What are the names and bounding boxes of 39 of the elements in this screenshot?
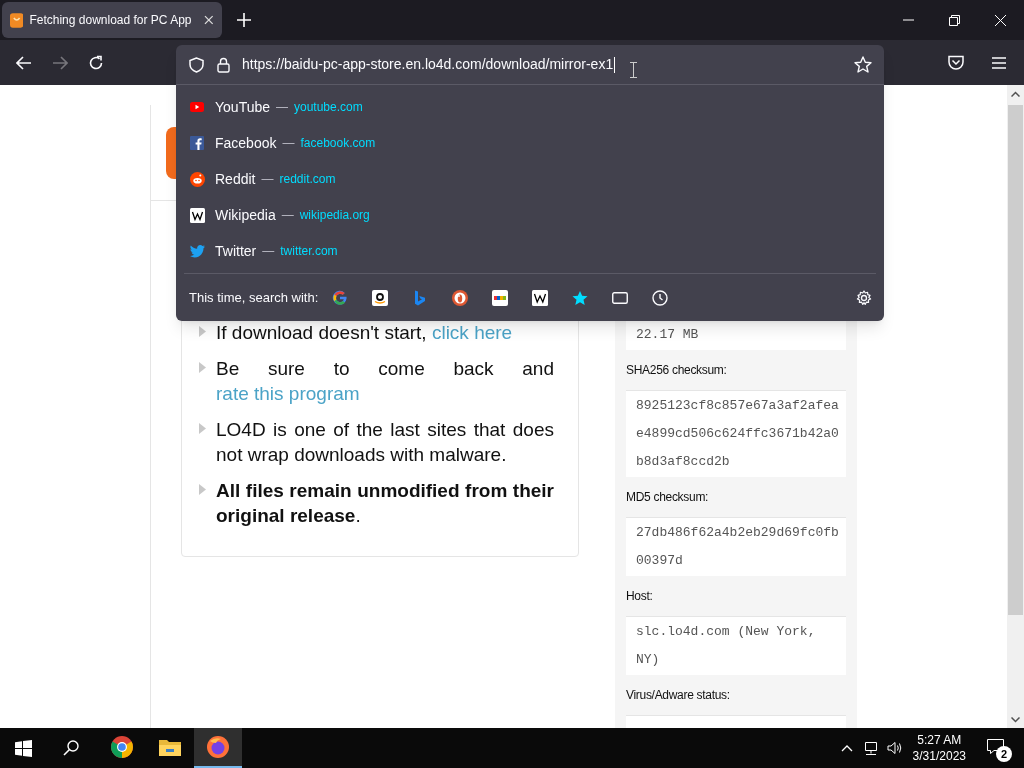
separator-dash: — bbox=[261, 171, 274, 188]
detail-label: MD5 checksum: bbox=[626, 489, 709, 506]
suggestion-row[interactable]: Reddit — reddit.com bbox=[182, 161, 878, 197]
suggestion-url: twitter.com bbox=[280, 243, 338, 260]
list-text: LO4D is one of the last sites that does not wrap downloads with malware. bbox=[216, 418, 554, 467]
suggestion-row[interactable]: Wikipedia — wikipedia.org bbox=[182, 197, 878, 233]
detail-label: Virus/Adware status: bbox=[626, 687, 730, 704]
tab-title: Fetching download for PC App bbox=[29, 12, 193, 29]
clock-time[interactable]: 5:27 AM bbox=[917, 732, 962, 748]
suggestion-title: Facebook bbox=[215, 133, 277, 153]
detail-label: Host: bbox=[626, 588, 653, 605]
code-value: 22.17 MB bbox=[636, 326, 700, 344]
suggestion-title: Wikipedia bbox=[215, 205, 276, 225]
separator-dash: — bbox=[262, 243, 275, 260]
clock-date[interactable]: 3/31/2023 bbox=[912, 748, 966, 764]
suggestion-title: Twitter bbox=[215, 241, 257, 261]
suggestion-url: wikipedia.org bbox=[299, 207, 370, 224]
list-text: Be sure to come back and rate this program bbox=[216, 357, 554, 406]
code-value: 27db486f62a4b2eb29d69fc0fb00397d bbox=[636, 524, 839, 570]
suggestion-url: facebook.com bbox=[300, 135, 376, 152]
suggestion-title: YouTube bbox=[215, 97, 270, 117]
code-value: slc.lo4d.com (New York, NY) bbox=[636, 623, 817, 669]
separator-dash: — bbox=[276, 99, 288, 116]
suggestion-title: Reddit bbox=[215, 169, 256, 189]
code-value: 8925123cf8c857e67a3af2afeae4899cd506c624ffc3671b42a0b8d3af8ccd2b bbox=[636, 397, 839, 471]
detail-label: SHA256 checksum: bbox=[626, 362, 727, 379]
notification-button[interactable]: 2 bbox=[986, 736, 1010, 760]
separator-dash: — bbox=[282, 135, 295, 152]
notification-count: 2 bbox=[996, 746, 1012, 762]
suggestion-row[interactable]: YouTube — youtube.com bbox=[182, 89, 878, 125]
list-text: If download doesn't start, click here bbox=[216, 321, 514, 345]
search-with-label: This time, search with: bbox=[189, 288, 319, 307]
browser-tab[interactable]: Fetching download for PC App bbox=[2, 2, 222, 38]
suggestion-url: reddit.com bbox=[279, 171, 336, 188]
list-text: All files remain unmodified from their original release. bbox=[216, 479, 554, 528]
separator-dash: — bbox=[281, 207, 294, 224]
suggestion-url: youtube.com bbox=[294, 99, 363, 116]
suggestion-row[interactable]: Twitter — twitter.com bbox=[182, 233, 878, 269]
suggestion-row[interactable]: Facebook — facebook.com bbox=[182, 125, 878, 161]
